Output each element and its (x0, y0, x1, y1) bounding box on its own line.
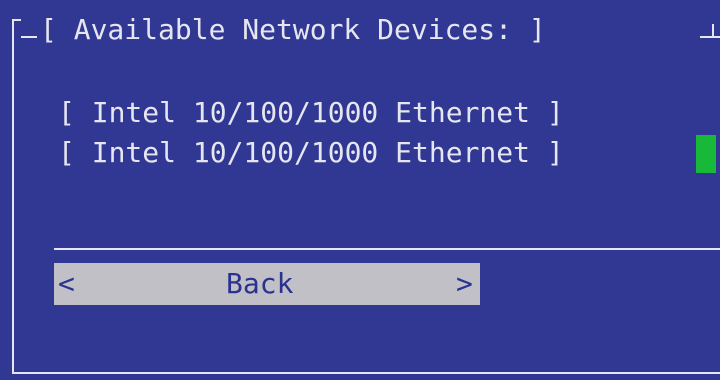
dialog-separator (54, 248, 720, 250)
back-button-right-marker: > (456, 267, 473, 300)
dialog-frame-bottom-border (12, 372, 720, 374)
dialog-title: [ Available Network Devices: ] (40, 13, 546, 46)
dialog-frame-left-border (12, 19, 14, 374)
dialog-frame-top-corner (12, 19, 21, 21)
back-button-left-marker: < (58, 267, 75, 300)
device-list-item-selected[interactable]: [ Intel 10/100/1000 Ethernet ] (58, 137, 564, 169)
dialog-frame-top-border (21, 36, 37, 38)
back-button-label: Back (226, 267, 294, 300)
text-cursor (696, 135, 716, 173)
dialog-frame-top-right-border (700, 36, 720, 38)
network-device-dialog: [ Available Network Devices: ] [ Intel 1… (0, 0, 720, 380)
device-list-item[interactable]: [ Intel 10/100/1000 Ethernet ] (58, 97, 564, 129)
dialog-frame-right-corner (712, 24, 714, 36)
back-button[interactable]: < Back > (54, 263, 480, 305)
